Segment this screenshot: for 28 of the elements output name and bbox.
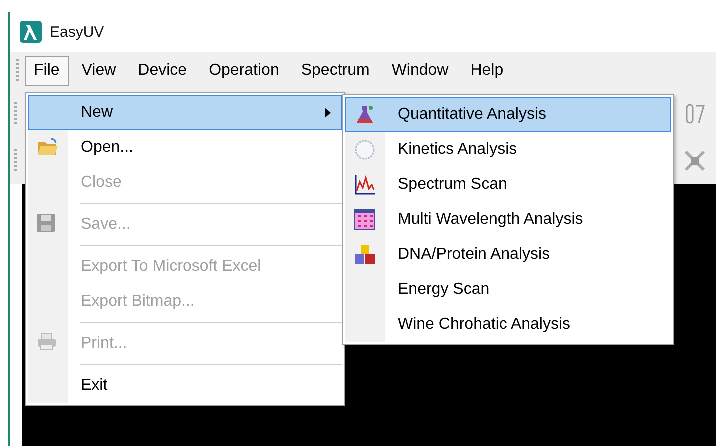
menu-item[interactable]: Spectrum Scan <box>345 167 671 202</box>
menu-item[interactable]: Multi Wavelength Analysis <box>345 202 671 237</box>
clock-icon <box>354 139 376 161</box>
printer-icon <box>37 333 57 351</box>
flask-icon <box>354 104 376 126</box>
folder-icon <box>37 137 59 157</box>
menu-item[interactable]: New <box>28 95 342 130</box>
menu-bar-item[interactable]: File <box>25 56 69 86</box>
menu-item[interactable]: Wine Chrohatic Analysis <box>345 307 671 342</box>
menu-item[interactable]: Quantitative Analysis <box>345 97 671 132</box>
menu-item[interactable]: Open... <box>28 130 342 165</box>
blocks-icon <box>354 244 376 266</box>
toolbar-icon[interactable] <box>686 102 706 124</box>
toolbar-icon[interactable] <box>684 150 706 172</box>
menu-bar-item[interactable]: Operation <box>200 56 288 86</box>
menu-bar-item[interactable]: Help <box>462 56 513 86</box>
menu-item[interactable]: Kinetics Analysis <box>345 132 671 167</box>
window-title: EasyUV <box>50 24 104 40</box>
menu-item[interactable]: Energy Scan <box>345 272 671 307</box>
menu-item[interactable]: Exit <box>28 368 342 403</box>
lambda-logo-icon <box>20 21 42 43</box>
menu-item[interactable]: DNA/Protein Analysis <box>345 237 671 272</box>
menu-bar-item[interactable]: Device <box>129 56 196 86</box>
spectrum-chart-icon <box>354 174 376 196</box>
grid-icon <box>354 209 376 231</box>
menu-bar-item[interactable]: Window <box>382 56 458 86</box>
menu-bar-item[interactable]: View <box>72 56 126 86</box>
menu-bar-item[interactable]: Spectrum <box>292 56 379 86</box>
